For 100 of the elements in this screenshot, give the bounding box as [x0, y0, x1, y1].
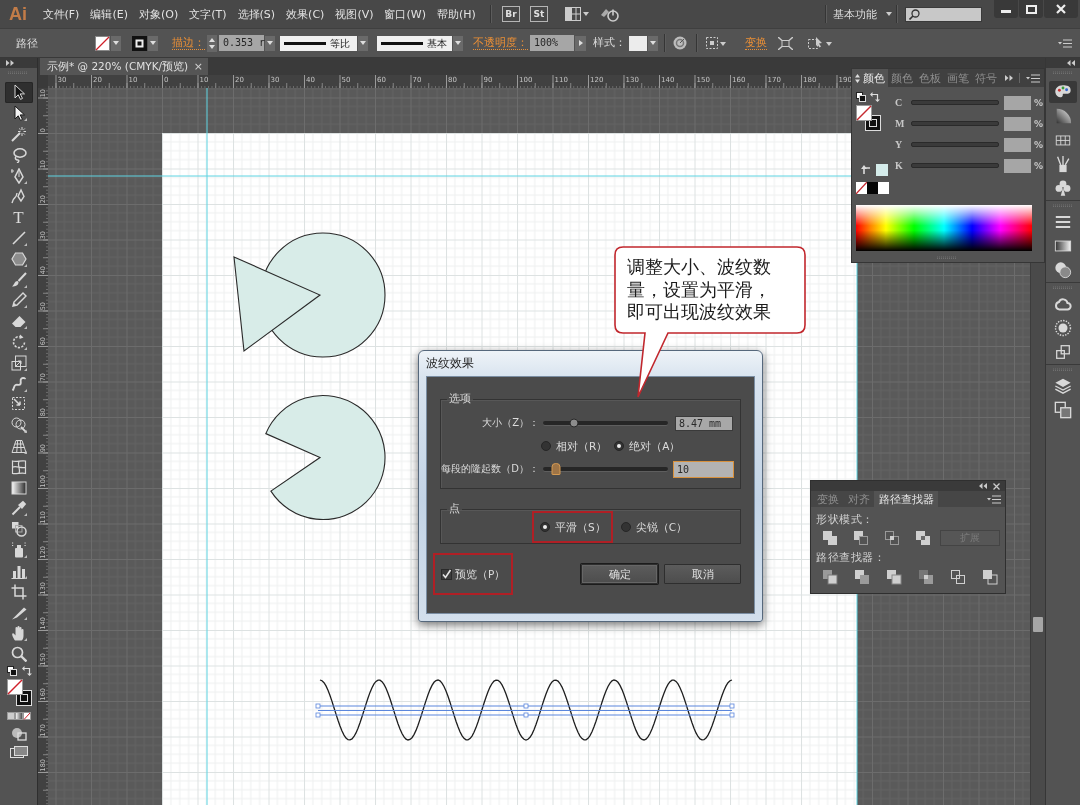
magnifier-icon: [10, 645, 27, 662]
style-label: 样式：: [593, 36, 626, 50]
minimize-button[interactable]: [994, 0, 1018, 18]
perspective-grid-icon: [10, 437, 27, 454]
stroke-profile-dropdown[interactable]: 等比: [280, 35, 357, 51]
dropdown-button[interactable]: [453, 35, 463, 51]
double-chevron-icon[interactable]: [6, 60, 14, 66]
percent-label: %: [1034, 118, 1044, 129]
brush-dropdown[interactable]: 基本: [377, 35, 452, 51]
dropdown-button[interactable]: [148, 35, 158, 51]
minimize-icon: [1001, 10, 1011, 13]
menu-item[interactable]: 文件(F): [37, 0, 85, 28]
maximize-icon: [1025, 4, 1037, 14]
percent-label: %: [1034, 160, 1044, 171]
stock-button[interactable]: St: [530, 6, 548, 22]
overlapping-squares-icon: [1054, 343, 1072, 361]
dropdown-button[interactable]: [358, 35, 368, 51]
brush-cup-icon: [1054, 155, 1072, 173]
maximize-button[interactable]: [1019, 0, 1043, 18]
close-icon: [1056, 4, 1066, 14]
double-chevron-icon[interactable]: [1067, 60, 1075, 66]
menu-item[interactable]: 窗口(W): [379, 0, 432, 28]
search-field[interactable]: [905, 6, 982, 22]
spray-can-icon: [10, 541, 27, 558]
dotted-circle-icon: [1054, 319, 1072, 337]
caret-icon: [150, 41, 156, 45]
stroke-swatch-icon[interactable]: [132, 35, 147, 51]
menu-item[interactable]: 文字(T): [183, 0, 233, 28]
squares-arrow-icon: [10, 354, 27, 371]
round-dial-icon[interactable]: [673, 36, 687, 50]
pen-curve-icon: [10, 188, 27, 205]
popup-arrow-button[interactable]: [575, 35, 586, 51]
percent-label: %: [1034, 97, 1044, 108]
tool-button[interactable]: T: [4, 206, 33, 228]
pencil-icon: [10, 292, 27, 309]
circles-stroke-icon: [10, 417, 27, 434]
close-tab-button[interactable]: ×: [193, 60, 203, 73]
stroke-line-icon: [381, 41, 423, 45]
power-symbol-icon[interactable]: [600, 6, 620, 22]
selection-type-label: 路径: [16, 35, 38, 51]
stacked-rectangles-icon[interactable]: [10, 746, 28, 759]
club-icon: [1054, 179, 1072, 197]
circle-square-icon[interactable]: [11, 727, 27, 742]
menu-item[interactable]: 视图(V): [329, 0, 379, 28]
swap-arrows-icon[interactable]: [22, 666, 32, 677]
panel-tab[interactable]: 颜色: [852, 69, 888, 87]
caret-icon: [455, 41, 461, 45]
panel-menu-icon[interactable]: [1058, 38, 1072, 48]
layout-grid-icon[interactable]: [565, 7, 589, 21]
menu-item[interactable]: 对象(O): [133, 0, 184, 28]
dropdown-button[interactable]: [648, 35, 658, 51]
caret-icon: [360, 41, 366, 45]
workspace-switcher[interactable]: 基本功能: [833, 4, 892, 24]
percent-label: %: [1034, 139, 1044, 150]
caret-icon: [267, 41, 273, 45]
spinner-arrows-icon[interactable]: [207, 34, 217, 52]
tool-button[interactable]: [4, 82, 33, 103]
menu-item[interactable]: 选择(S): [232, 0, 281, 28]
menu-item[interactable]: 编辑(E): [84, 0, 134, 28]
fill-stroke-icon[interactable]: [7, 679, 32, 707]
no-fill-swatch-icon[interactable]: [95, 35, 110, 51]
caret-icon: [650, 41, 656, 45]
dropdown-button[interactable]: [111, 35, 121, 51]
menu-item[interactable]: 帮助(H): [431, 0, 482, 28]
layers-icon: [1054, 377, 1072, 395]
panel-button[interactable]: [1049, 81, 1077, 103]
caret-icon: [113, 41, 119, 45]
corner-arrows-icon[interactable]: [778, 36, 793, 50]
dropdown-button[interactable]: [265, 35, 275, 51]
updown-arrows-icon: [855, 73, 860, 83]
opacity-field[interactable]: 100%: [530, 35, 574, 51]
mesh-grid-icon: [10, 458, 27, 475]
menu-item[interactable]: 效果(C): [280, 0, 330, 28]
square-circle-icon: [10, 521, 27, 538]
pen-icon: [10, 167, 27, 184]
eraser-icon: [10, 313, 27, 330]
paintbrush-icon: [10, 271, 27, 288]
double-chevron-icon[interactable]: [1005, 75, 1013, 81]
search-icon: [909, 8, 920, 20]
scroll-thumb[interactable]: [1033, 617, 1043, 632]
circular-arrow-icon: [10, 333, 27, 350]
panel-menu-icon[interactable]: [1026, 73, 1040, 83]
gradient-rectangle-icon: [1054, 237, 1072, 255]
gradient-square-icon: [10, 479, 27, 496]
swatch-trio-icon[interactable]: [7, 712, 31, 721]
overlapping-squares-icon: [1054, 401, 1072, 419]
stroke-weight-field[interactable]: 0.353 r: [219, 35, 264, 51]
stroke-lines-icon: [1054, 213, 1072, 231]
close-button[interactable]: [1044, 0, 1078, 18]
cloud-icon: [1054, 295, 1072, 313]
style-swatch-icon[interactable]: [629, 35, 647, 51]
hexagon-icon: [10, 250, 27, 267]
bridge-button[interactable]: Br: [502, 6, 520, 22]
square-cursor-icon[interactable]: [808, 36, 832, 50]
document-tab[interactable]: 示例* @ 220% (CMYK/预览) ×: [40, 58, 208, 75]
crop-marks-icon: [10, 583, 27, 600]
dashed-square-icon[interactable]: [706, 37, 726, 49]
stroke-line-icon: [284, 41, 326, 45]
small-fill-stroke-icon[interactable]: [7, 666, 17, 677]
overlapping-circles-icon: [1054, 261, 1072, 279]
